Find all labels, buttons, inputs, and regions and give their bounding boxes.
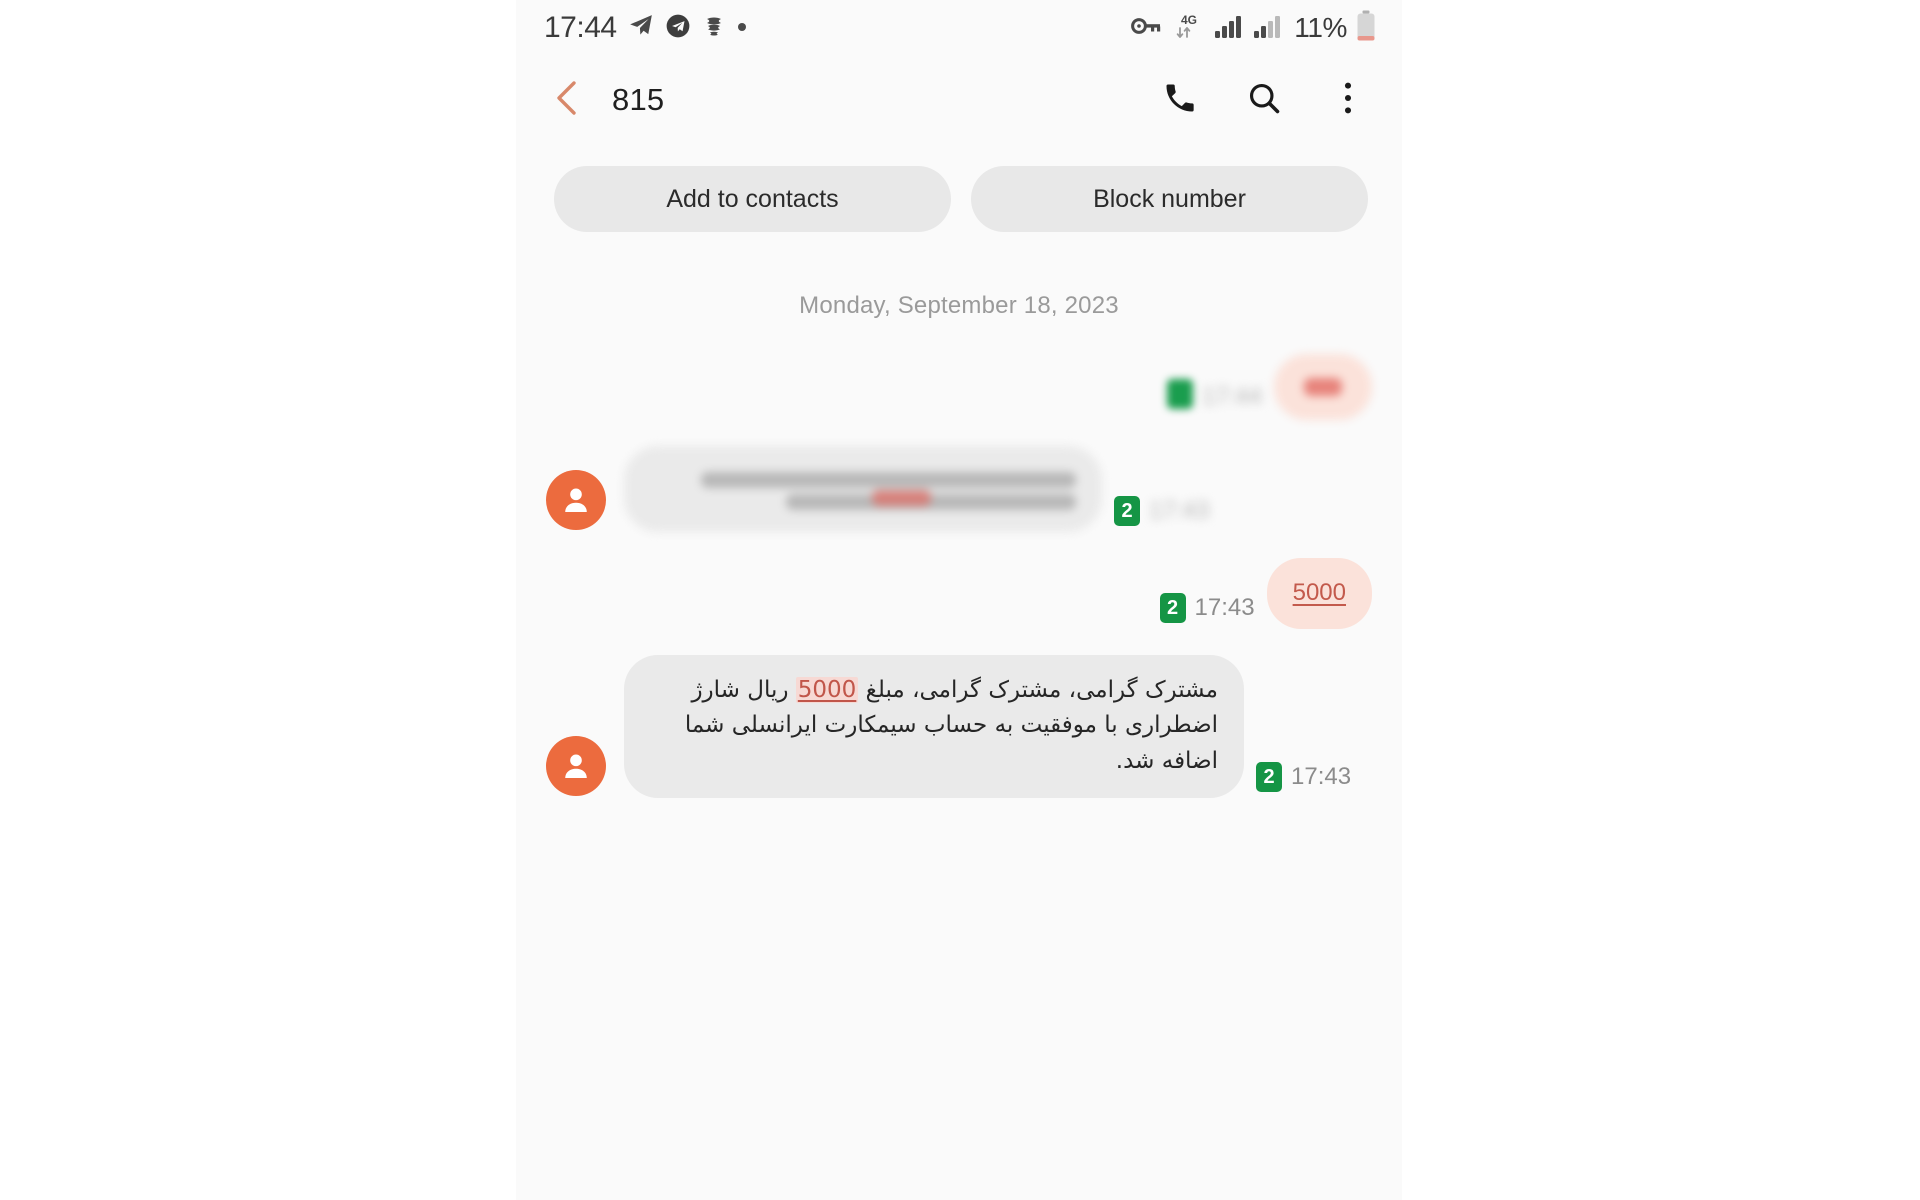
kebab-menu-icon: [1333, 80, 1363, 121]
svg-text:4G: 4G: [1181, 13, 1197, 27]
app-bar: 815: [516, 56, 1402, 144]
signal-bars-1-icon: [1214, 13, 1244, 44]
app-icon: [702, 14, 726, 43]
message-bubble-incoming-redacted[interactable]: [624, 446, 1102, 532]
message-text: 5000: [1292, 579, 1346, 606]
status-bar-left: 17:44: [544, 11, 747, 45]
person-icon: [565, 754, 587, 778]
message-bubble-outgoing-redacted[interactable]: [1274, 354, 1372, 420]
message-timestamp: 17:43: [1194, 593, 1255, 621]
page-title: 815: [612, 82, 665, 117]
status-clock: 17:44: [544, 11, 617, 44]
signal-bars-2-icon: [1253, 13, 1283, 44]
battery-icon: [1356, 10, 1376, 47]
avatar: [546, 735, 606, 796]
message-row-outgoing-redacted: 17:44: [546, 354, 1372, 420]
message-meta: 2 17:43: [1159, 592, 1255, 623]
search-button[interactable]: [1242, 78, 1286, 122]
phone-icon: [1162, 80, 1198, 121]
dot-icon: [737, 19, 747, 37]
data-transfer-4g-icon: 4G: [1171, 11, 1205, 46]
message-meta: 2 17:43: [1256, 761, 1352, 792]
redacted-text-line: [786, 494, 1076, 510]
vpn-key-icon: [1130, 13, 1162, 44]
message-bubble-outgoing[interactable]: 5000: [1266, 558, 1372, 629]
person-icon: [565, 488, 587, 513]
search-icon: [1246, 80, 1282, 121]
message-row-outgoing-5000: 2 17:43 5000: [546, 558, 1372, 629]
phone-screen: 17:44 4G 11% 815 Add to contacts Block n…: [516, 0, 1402, 1200]
telegram-plane-icon: [628, 13, 654, 44]
message-timestamp-redacted: 17:43: [1149, 497, 1210, 524]
message-amount-highlight: 5000: [795, 676, 859, 703]
screenshot-canvas: 17:44 4G 11% 815 Add to contacts Block n…: [0, 0, 1920, 1200]
message-text-before: مشترک گرامی، مشترک گرامی، مبلغ: [858, 676, 1218, 703]
message-bubble-incoming[interactable]: مشترک گرامی، مشترک گرامی، مبلغ 5000 ریال…: [624, 654, 1244, 798]
redacted-text-line: [701, 472, 1076, 488]
redacted-text-line: [1304, 378, 1342, 396]
message-thread: Monday, September 18, 2023 17:44 2 17:43…: [516, 232, 1402, 798]
message-timestamp-redacted: 17:44: [1201, 382, 1262, 410]
avatar: [546, 470, 606, 530]
sim-badge: 2: [1256, 761, 1282, 792]
redacted-amount: [871, 490, 932, 506]
call-button[interactable]: [1158, 78, 1202, 122]
battery-percent-label: 11%: [1294, 12, 1347, 43]
date-divider: Monday, September 18, 2023: [799, 292, 1119, 319]
message-meta: 17:44: [1166, 379, 1262, 414]
sim-badge-redacted: [1166, 379, 1193, 414]
back-button[interactable]: [544, 77, 590, 123]
quick-actions-row: Add to contacts Block number: [516, 144, 1402, 232]
more-options-button[interactable]: [1326, 78, 1370, 122]
sim-badge: 2: [1159, 592, 1186, 623]
status-bar-right: 4G 11%: [1130, 10, 1376, 47]
sim-badge: 2: [1114, 496, 1140, 526]
app-bar-actions: [1158, 78, 1380, 122]
message-meta: 2 17:43: [1114, 496, 1209, 526]
chevron-left-icon: [552, 79, 582, 122]
block-number-button[interactable]: Block number: [971, 166, 1368, 232]
status-bar: 17:44 4G 11%: [516, 0, 1402, 56]
telegram-circle-icon: [665, 13, 691, 44]
message-row-incoming-persian: مشترک گرامی، مشترک گرامی، مبلغ 5000 ریال…: [546, 654, 1372, 798]
add-to-contacts-button[interactable]: Add to contacts: [554, 166, 951, 232]
message-row-incoming-redacted: 2 17:43: [546, 446, 1372, 532]
message-timestamp: 17:43: [1291, 762, 1352, 790]
